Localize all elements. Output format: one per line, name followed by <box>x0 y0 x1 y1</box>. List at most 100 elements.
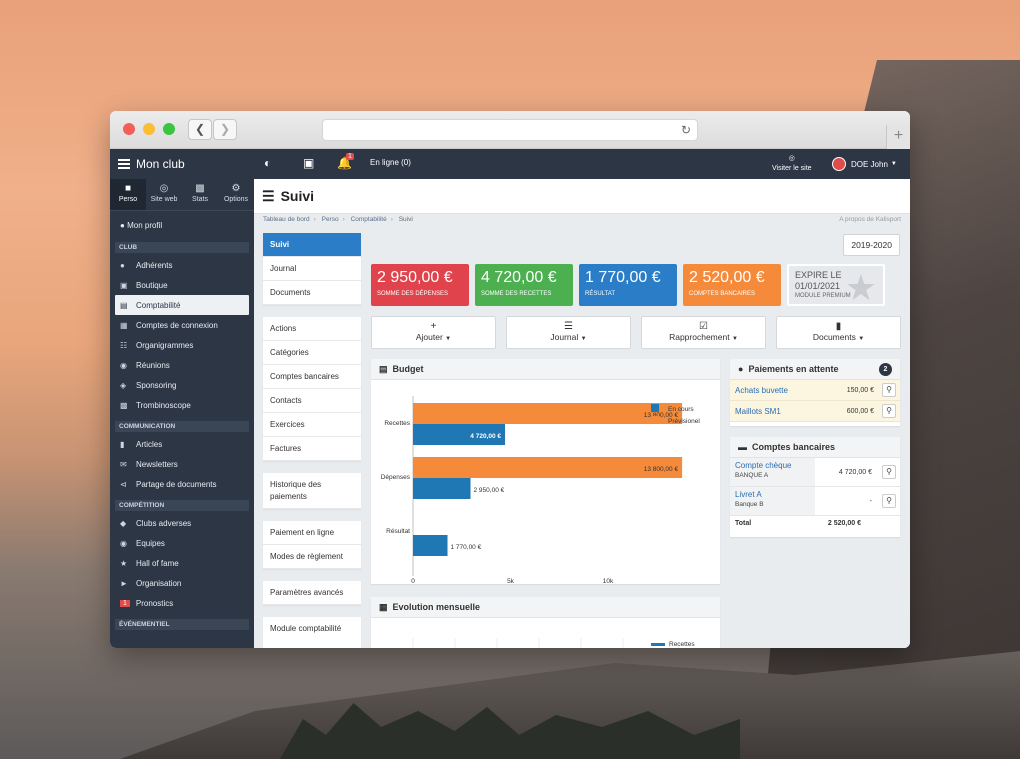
subnav-group: Paiement en ligne Modes de règlement <box>263 521 361 569</box>
new-tab-button[interactable]: + <box>886 125 910 149</box>
user-name: DOE John <box>851 159 888 169</box>
budget-panel-header: ▤ Budget <box>371 359 720 380</box>
x-tick-label: 5k <box>507 578 515 584</box>
visit-site-link[interactable]: ◎ Visiter le site <box>772 154 812 174</box>
rapprochement-button[interactable]: ☑ Rapprochement ▼ <box>641 316 766 349</box>
menu-icon[interactable] <box>118 159 130 169</box>
subnav-exercices[interactable]: Exercices <box>263 413 361 437</box>
sidebar-item-newsletters[interactable]: ✉ Newsletters <box>110 454 254 474</box>
sidebar-item-hall-of-fame[interactable]: ★ Hall of fame <box>110 553 254 573</box>
zoom-icon[interactable]: ⚲ <box>882 494 896 508</box>
page-header: ☰ Suivi <box>254 179 910 214</box>
back-button[interactable]: ❮ <box>188 119 212 140</box>
subnav-module-comptabilite[interactable]: Module comptabilité <box>263 617 361 648</box>
premium-module-card[interactable]: ★ EXPIRE LE 01/01/2021 MODULE PREMIUM <box>787 264 885 306</box>
close-window-button[interactable] <box>123 123 135 135</box>
sidebar-item-label: Organigrammes <box>136 340 194 350</box>
sidebar-item-label: Clubs adverses <box>136 518 192 528</box>
subnav-journal[interactable]: Journal <box>263 257 361 281</box>
online-users[interactable]: En ligne (0) <box>370 158 411 167</box>
sidebar-item-comptabilite[interactable]: ▤ Comptabilité <box>115 295 249 315</box>
sidebar-tab-perso[interactable]: ■ Perso <box>110 179 146 210</box>
crumb-separator: › <box>342 216 345 223</box>
subnav-parametres-avances[interactable]: Paramètres avancés <box>263 581 361 605</box>
budget-panel: ▤ Budget 0 5k 10k Recettes 13 800,00 € 4 720,0… <box>371 359 720 585</box>
crumb-comptabilite[interactable]: Comptabilité <box>351 216 387 223</box>
add-button[interactable]: + Ajouter ▼ <box>371 316 496 349</box>
subnav-categories[interactable]: Catégories <box>263 341 361 365</box>
user-card-icon: ■ <box>124 183 132 194</box>
sidebar-item-boutique[interactable]: ▣ Boutique <box>110 275 254 295</box>
journal-button[interactable]: ☰ Journal ▼ <box>506 316 631 349</box>
sidebar-tab-label: Site web <box>150 196 178 203</box>
notification-badge: 1 <box>346 153 354 160</box>
forward-button[interactable]: ❯ <box>213 119 237 140</box>
crumb-tableau-de-bord[interactable]: Tableau de bord <box>263 216 310 223</box>
legend-label: En cours <box>668 406 694 413</box>
subnav-documents[interactable]: Documents <box>263 281 361 305</box>
sidebar-item-organigrammes[interactable]: ☷ Organigrammes <box>110 335 254 355</box>
stats-row: 2 950,00 € Somme des dépenses 4 720,00 € S… <box>371 264 885 306</box>
subnav-historique[interactable]: Historique des paiements <box>263 473 361 509</box>
inbox-icon[interactable]: ▣ <box>303 156 314 170</box>
button-label: Rapprochement <box>669 332 730 342</box>
bank-account-link[interactable]: Compte chèque <box>735 461 810 470</box>
stat-recettes[interactable]: 4 720,00 € Somme des recettes <box>475 264 573 306</box>
sidebar-item-sponsoring[interactable]: ◈ Sponsoring <box>110 375 254 395</box>
zoom-icon[interactable]: ⚲ <box>882 404 896 418</box>
sidebar-item-comptes-connexion[interactable]: ▦ Comptes de connexion <box>110 315 254 335</box>
stat-depenses[interactable]: 2 950,00 € Somme des dépenses <box>371 264 469 306</box>
bank-amount-cell: 4 720,00 € ⚲ <box>815 458 900 486</box>
sidebar-item-trombinoscope[interactable]: ▩ Trombinoscope <box>110 395 254 415</box>
sidebar-item-clubs-adverses[interactable]: ◆ Clubs adverses <box>110 513 254 533</box>
sidebar-item-organisation[interactable]: ► Organisation <box>110 573 254 593</box>
stat-resultat[interactable]: 1 770,00 € Résultat <box>579 264 677 306</box>
crumb-perso[interactable]: Perso <box>322 216 339 223</box>
url-bar[interactable]: ↻ <box>322 119 698 141</box>
minimize-window-button[interactable] <box>143 123 155 135</box>
share-icon: ⊲ <box>120 479 127 489</box>
bar-data-label: 1 770,00 € <box>451 544 482 551</box>
maximize-window-button[interactable] <box>163 123 175 135</box>
sidebar-item-label: Comptes de connexion <box>136 320 218 330</box>
dashboard-icon[interactable]: ◐ <box>264 156 271 170</box>
pending-name-link[interactable]: Achats buvette <box>735 386 847 395</box>
season-selector[interactable]: 2019-2020 <box>843 234 900 256</box>
subnav-contacts[interactable]: Contacts <box>263 389 361 413</box>
legend-swatch <box>651 404 659 412</box>
subnav-actions[interactable]: Actions <box>263 317 361 341</box>
user-menu[interactable]: DOE John ▼ <box>832 157 897 171</box>
legend-label: Prévisionel <box>668 418 700 425</box>
main-content: ☰ Suivi Tableau de bord › Perso › Comptabi… <box>254 179 910 648</box>
sidebar-item-equipes[interactable]: ◉ Equipes <box>110 533 254 553</box>
sidebar-tab-site-web[interactable]: ◎ Site web <box>146 179 182 210</box>
sidebar-tab-options[interactable]: ⚙ Options <box>218 179 254 210</box>
subnav-modes-reglement[interactable]: Modes de règlement <box>263 545 361 569</box>
sidebar: ■ Perso ◎ Site web ▩ Stats ⚙ Options ● Mon p… <box>110 179 254 648</box>
stat-comptes-bancaires[interactable]: 2 520,00 € Comptes bancaires <box>683 264 781 306</box>
sidebar-item-partage[interactable]: ⊲ Partage de documents <box>110 474 254 494</box>
panel-title: Evolution mensuelle <box>392 602 481 612</box>
sidebar-item-adherents[interactable]: ● Adhérents <box>110 255 254 275</box>
sidebar-item-pronostics[interactable]: 1 Pronostics <box>110 593 254 613</box>
zoom-icon[interactable]: ⚲ <box>882 383 896 397</box>
brand[interactable]: Mon club <box>118 157 185 171</box>
sidebar-item-reunions[interactable]: ◉ Réunions <box>110 355 254 375</box>
subnav-paiement-en-ligne[interactable]: Paiement en ligne <box>263 521 361 545</box>
zoom-icon[interactable]: ⚲ <box>882 465 896 479</box>
subnav-comptes-bancaires[interactable]: Comptes bancaires <box>263 365 361 389</box>
subnav-group: Module comptabilité <box>263 617 361 648</box>
sidebar-item-articles[interactable]: ▮ Articles <box>110 434 254 454</box>
money-icon: ▤ <box>120 300 128 310</box>
subnav-suivi[interactable]: Suivi <box>263 233 361 257</box>
sidebar-tab-stats[interactable]: ▩ Stats <box>182 179 218 210</box>
pending-name-link[interactable]: Maillots SM1 <box>735 407 847 416</box>
bank-account-link[interactable]: Livret A <box>735 490 810 499</box>
about-link[interactable]: A propos de Kalisport <box>839 216 901 226</box>
reload-icon[interactable]: ↻ <box>681 123 691 137</box>
sidebar-section-evenementiel: ÉVÉNEMENTIEL <box>115 619 249 630</box>
lock-icon: ▦ <box>120 320 128 330</box>
sidebar-item-profile[interactable]: ● Mon profil <box>110 211 254 236</box>
subnav-factures[interactable]: Factures <box>263 437 361 461</box>
documents-button[interactable]: ▮ Documents ▼ <box>776 316 901 349</box>
